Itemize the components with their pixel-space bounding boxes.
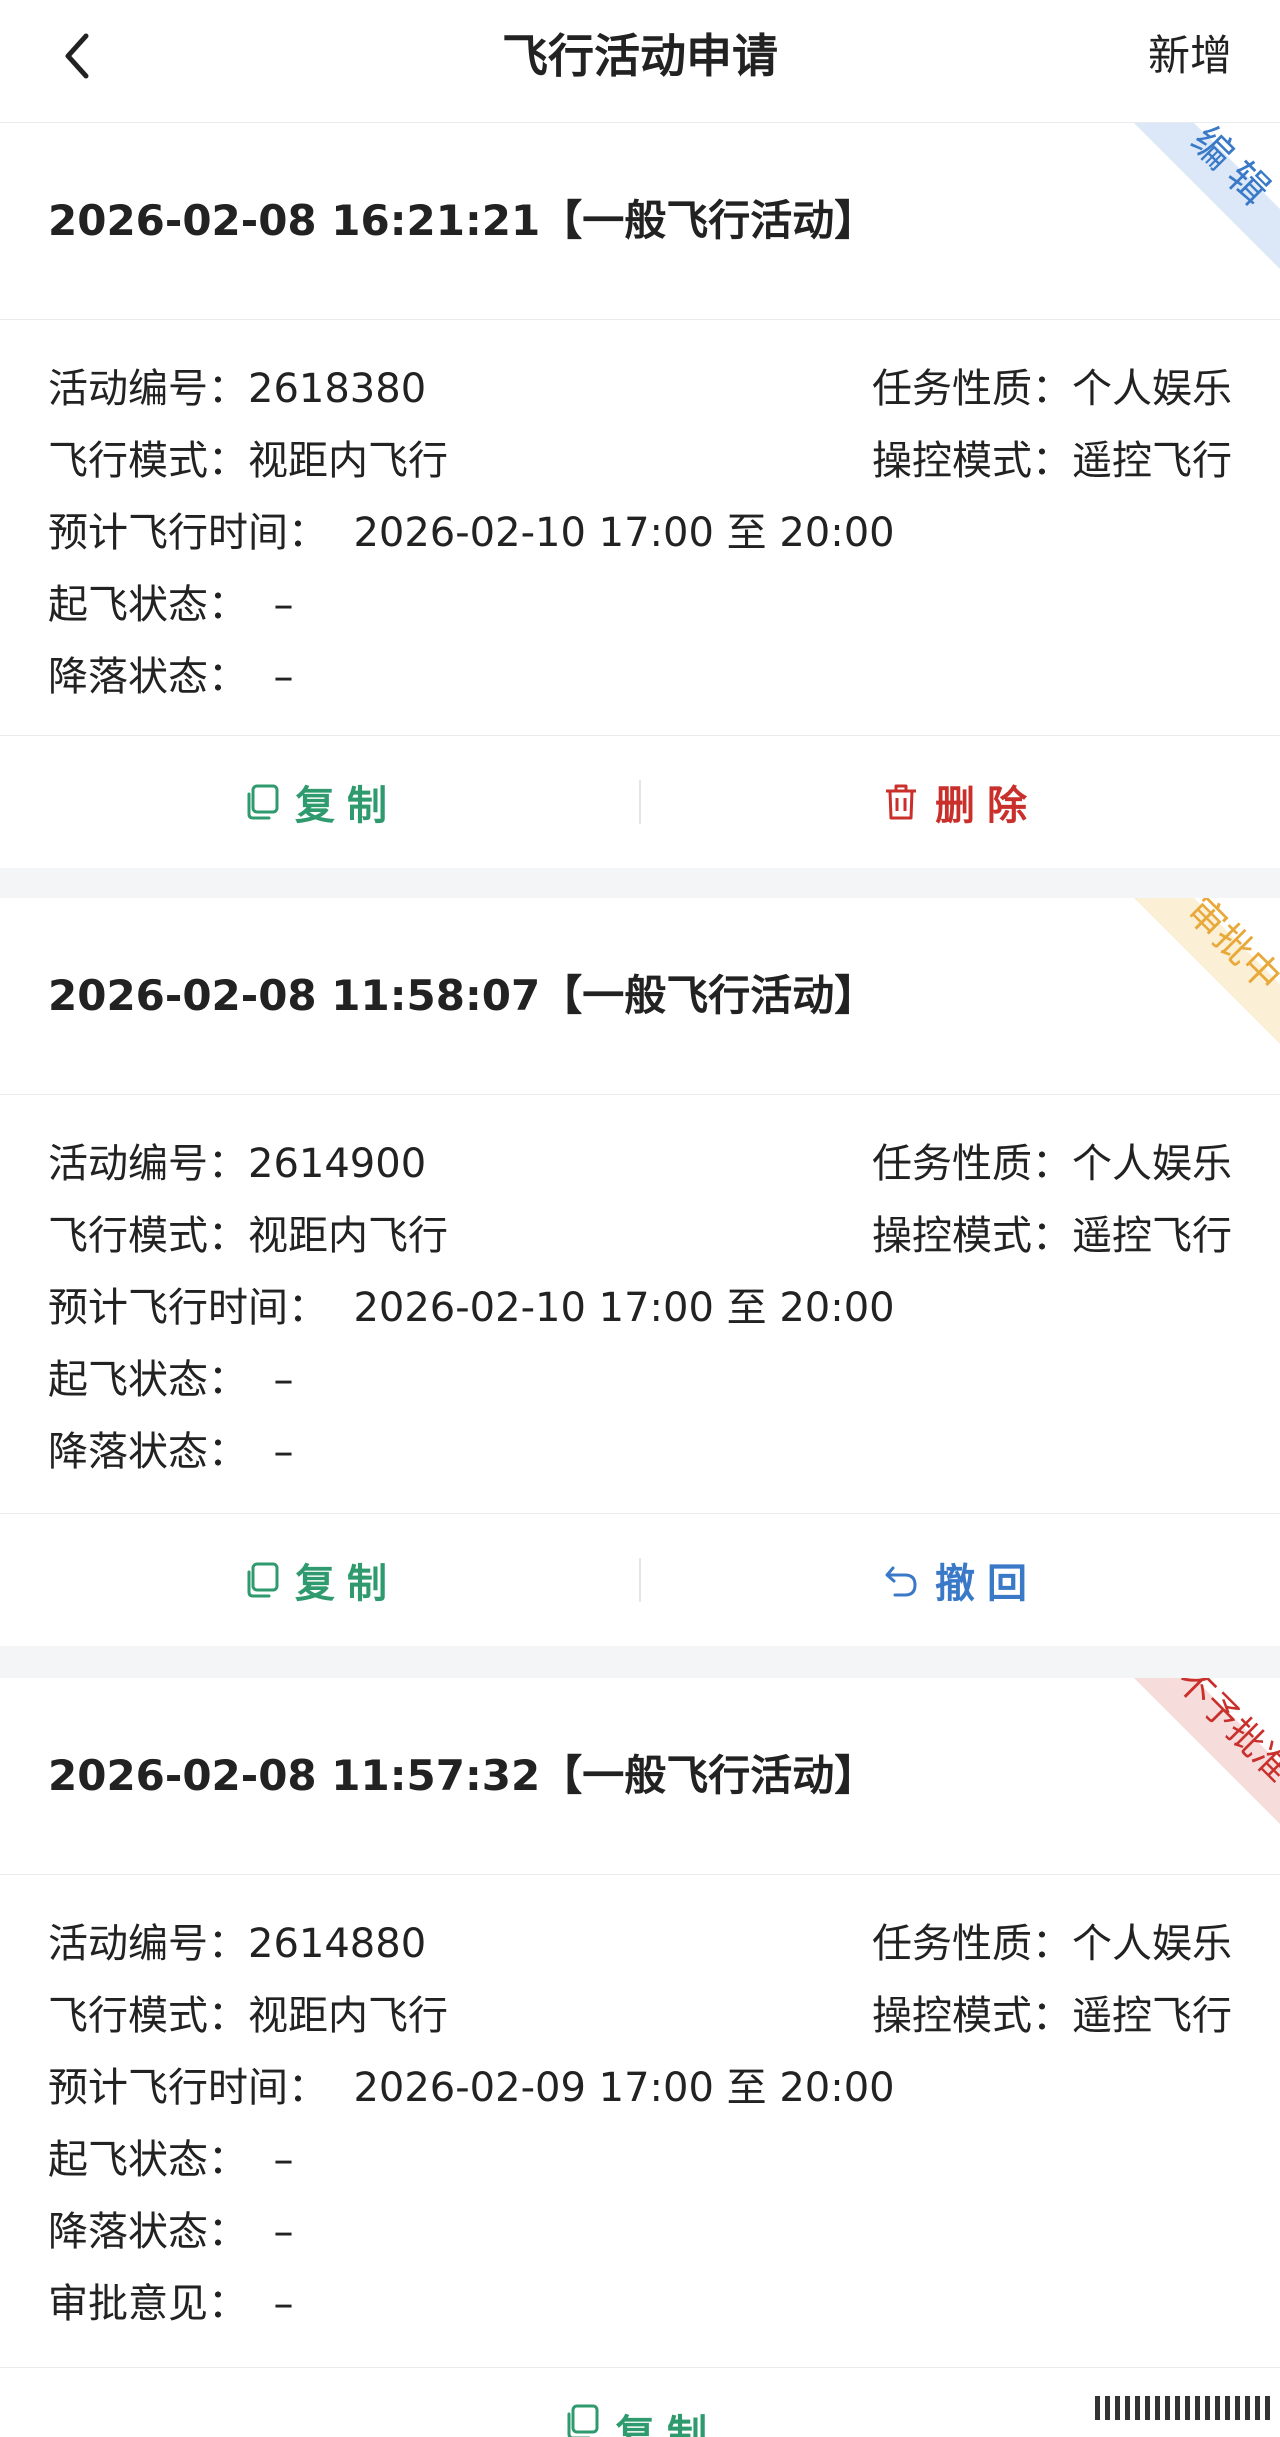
copy-button[interactable]: 复制 xyxy=(0,1514,640,1646)
landing-status-value: – xyxy=(273,1429,294,1475)
info-row: 降落状态： – xyxy=(48,641,1232,713)
approval-opinion-value: – xyxy=(273,2281,294,2327)
control-mode-label: 操控模式： xyxy=(872,1993,1072,2039)
card-title: 2026-02-08 16:21:21【一般飞行活动】 xyxy=(48,196,877,245)
control-mode-value: 遥控飞行 xyxy=(1072,1213,1232,1259)
flight-card[interactable]: 2026-02-08 11:57:32【一般飞行活动】 不予批准 活动编号：26… xyxy=(0,1678,1280,2437)
activity-no-label: 活动编号： xyxy=(48,1921,248,1967)
info-row: 预计飞行时间： 2026-02-09 17:00 至 20:00 xyxy=(48,2052,1232,2124)
landing-status-label: 降落状态： xyxy=(48,654,248,700)
activity-no-label: 活动编号： xyxy=(48,366,248,412)
flight-mode-value: 视距内飞行 xyxy=(248,1213,448,1259)
delete-button[interactable]: 删除 xyxy=(640,736,1280,868)
status-ribbon: 编辑 xyxy=(1134,123,1280,269)
takeoff-status-label: 起飞状态： xyxy=(48,1357,248,1403)
card-header: 2026-02-08 11:57:32【一般飞行活动】 不予批准 xyxy=(0,1678,1280,1875)
activity-no-label: 活动编号： xyxy=(48,1141,248,1187)
flight-mode-label: 飞行模式： xyxy=(48,438,248,484)
flight-card[interactable]: 2026-02-08 11:58:07【一般飞行活动】 审批中 活动编号：261… xyxy=(0,898,1280,1646)
flight-card[interactable]: 2026-02-08 16:21:21【一般飞行活动】 编辑 活动编号：2618… xyxy=(0,123,1280,868)
status-ribbon: 不予批准 xyxy=(1134,1678,1280,1824)
withdraw-button[interactable]: 撤回 xyxy=(640,1514,1280,1646)
control-mode-value: 遥控飞行 xyxy=(1072,438,1232,484)
info-row: 降落状态： – xyxy=(48,2196,1232,2268)
takeoff-status-value: – xyxy=(273,1357,294,1403)
navbar: 飞行活动申请 新增 xyxy=(0,0,1280,123)
status-ribbon: 审批中 xyxy=(1134,898,1280,1044)
task-nature-value: 个人娱乐 xyxy=(1072,1921,1232,1967)
activity-no-value: 2614880 xyxy=(248,1921,427,1967)
page-title: 飞行活动申请 xyxy=(502,29,778,83)
copy-label: 复制 xyxy=(615,2412,719,2437)
flight-mode-value: 视距内飞行 xyxy=(248,438,448,484)
takeoff-status-value: – xyxy=(273,2137,294,2183)
card-info: 活动编号：2614880 任务性质：个人娱乐 飞行模式：视距内飞行 操控模式：遥… xyxy=(0,1875,1280,2340)
card-title: 2026-02-08 11:58:07【一般飞行活动】 xyxy=(48,971,877,1020)
copy-label: 复制 xyxy=(295,783,399,829)
control-mode-label: 操控模式： xyxy=(872,438,1072,484)
info-row: 降落状态： – xyxy=(48,1416,1232,1488)
card-info: 活动编号：2618380 任务性质：个人娱乐 飞行模式：视距内飞行 操控模式：遥… xyxy=(0,320,1280,713)
info-row: 起飞状态： – xyxy=(48,569,1232,641)
card-info: 活动编号：2614900 任务性质：个人娱乐 飞行模式：视距内飞行 操控模式：遥… xyxy=(0,1095,1280,1488)
watermark xyxy=(1095,2396,1280,2420)
flight-mode-label: 飞行模式： xyxy=(48,1993,248,2039)
task-nature-label: 任务性质： xyxy=(872,1141,1072,1187)
landing-status-label: 降落状态： xyxy=(48,2209,248,2255)
landing-status-label: 降落状态： xyxy=(48,1429,248,1475)
info-row: 起飞状态： – xyxy=(48,1344,1232,1416)
copy-button[interactable]: 复制 xyxy=(0,2368,1280,2437)
activity-no-value: 2614900 xyxy=(248,1141,427,1187)
status-badge: 不予批准 xyxy=(1168,1678,1280,1790)
card-title: 2026-02-08 11:57:32【一般飞行活动】 xyxy=(48,1751,877,1800)
task-nature-value: 个人娱乐 xyxy=(1072,366,1232,412)
card-actions: 复制 删除 xyxy=(0,735,1280,868)
approval-opinion-label: 审批意见： xyxy=(48,2281,248,2327)
flight-mode-value: 视距内飞行 xyxy=(248,1993,448,2039)
landing-status-value: – xyxy=(273,2209,294,2255)
copy-icon xyxy=(567,2404,599,2437)
info-row: 审批意见： – xyxy=(48,2268,1232,2340)
control-mode-label: 操控模式： xyxy=(872,1213,1072,1259)
info-row: 飞行模式：视距内飞行 操控模式：遥控飞行 xyxy=(48,425,1232,497)
flight-mode-label: 飞行模式： xyxy=(48,1213,248,1259)
trash-icon xyxy=(886,784,916,820)
control-mode-value: 遥控飞行 xyxy=(1072,1993,1232,2039)
copy-icon xyxy=(247,1562,279,1598)
info-row: 飞行模式：视距内飞行 操控模式：遥控飞行 xyxy=(48,1200,1232,1272)
info-row: 活动编号：2614900 任务性质：个人娱乐 xyxy=(48,1128,1232,1200)
planned-time-label: 预计飞行时间： xyxy=(48,510,328,556)
info-row: 活动编号：2618380 任务性质：个人娱乐 xyxy=(48,353,1232,425)
planned-time-value: 2026-02-10 17:00 至 20:00 xyxy=(353,510,895,556)
card-header: 2026-02-08 16:21:21【一般飞行活动】 编辑 xyxy=(0,123,1280,320)
withdraw-label: 撤回 xyxy=(935,1561,1039,1607)
card-actions: 复制 撤回 xyxy=(0,1513,1280,1646)
delete-label: 删除 xyxy=(935,783,1039,829)
landing-status-value: – xyxy=(273,654,294,700)
planned-time-label: 预计飞行时间： xyxy=(48,1285,328,1331)
copy-button[interactable]: 复制 xyxy=(0,736,640,868)
card-header: 2026-02-08 11:58:07【一般飞行活动】 审批中 xyxy=(0,898,1280,1095)
add-button[interactable]: 新增 xyxy=(1148,26,1232,86)
task-nature-label: 任务性质： xyxy=(872,1921,1072,1967)
activity-no-value: 2618380 xyxy=(248,366,427,412)
info-row: 起飞状态： – xyxy=(48,2124,1232,2196)
info-row: 飞行模式：视距内飞行 操控模式：遥控飞行 xyxy=(48,1980,1232,2052)
takeoff-status-value: – xyxy=(273,582,294,628)
info-row: 预计飞行时间： 2026-02-10 17:00 至 20:00 xyxy=(48,1272,1232,1344)
takeoff-status-label: 起飞状态： xyxy=(48,2137,248,2183)
info-row: 预计飞行时间： 2026-02-10 17:00 至 20:00 xyxy=(48,497,1232,569)
info-row: 活动编号：2614880 任务性质：个人娱乐 xyxy=(48,1908,1232,1980)
card-actions: 复制 xyxy=(0,2367,1280,2437)
copy-icon xyxy=(247,784,279,820)
planned-time-value: 2026-02-10 17:00 至 20:00 xyxy=(353,1285,895,1331)
planned-time-label: 预计飞行时间： xyxy=(48,2065,328,2111)
planned-time-value: 2026-02-09 17:00 至 20:00 xyxy=(353,2065,895,2111)
undo-icon xyxy=(885,1566,917,1597)
task-nature-value: 个人娱乐 xyxy=(1072,1141,1232,1187)
task-nature-label: 任务性质： xyxy=(872,366,1072,412)
copy-label: 复制 xyxy=(295,1561,399,1607)
takeoff-status-label: 起飞状态： xyxy=(48,582,248,628)
